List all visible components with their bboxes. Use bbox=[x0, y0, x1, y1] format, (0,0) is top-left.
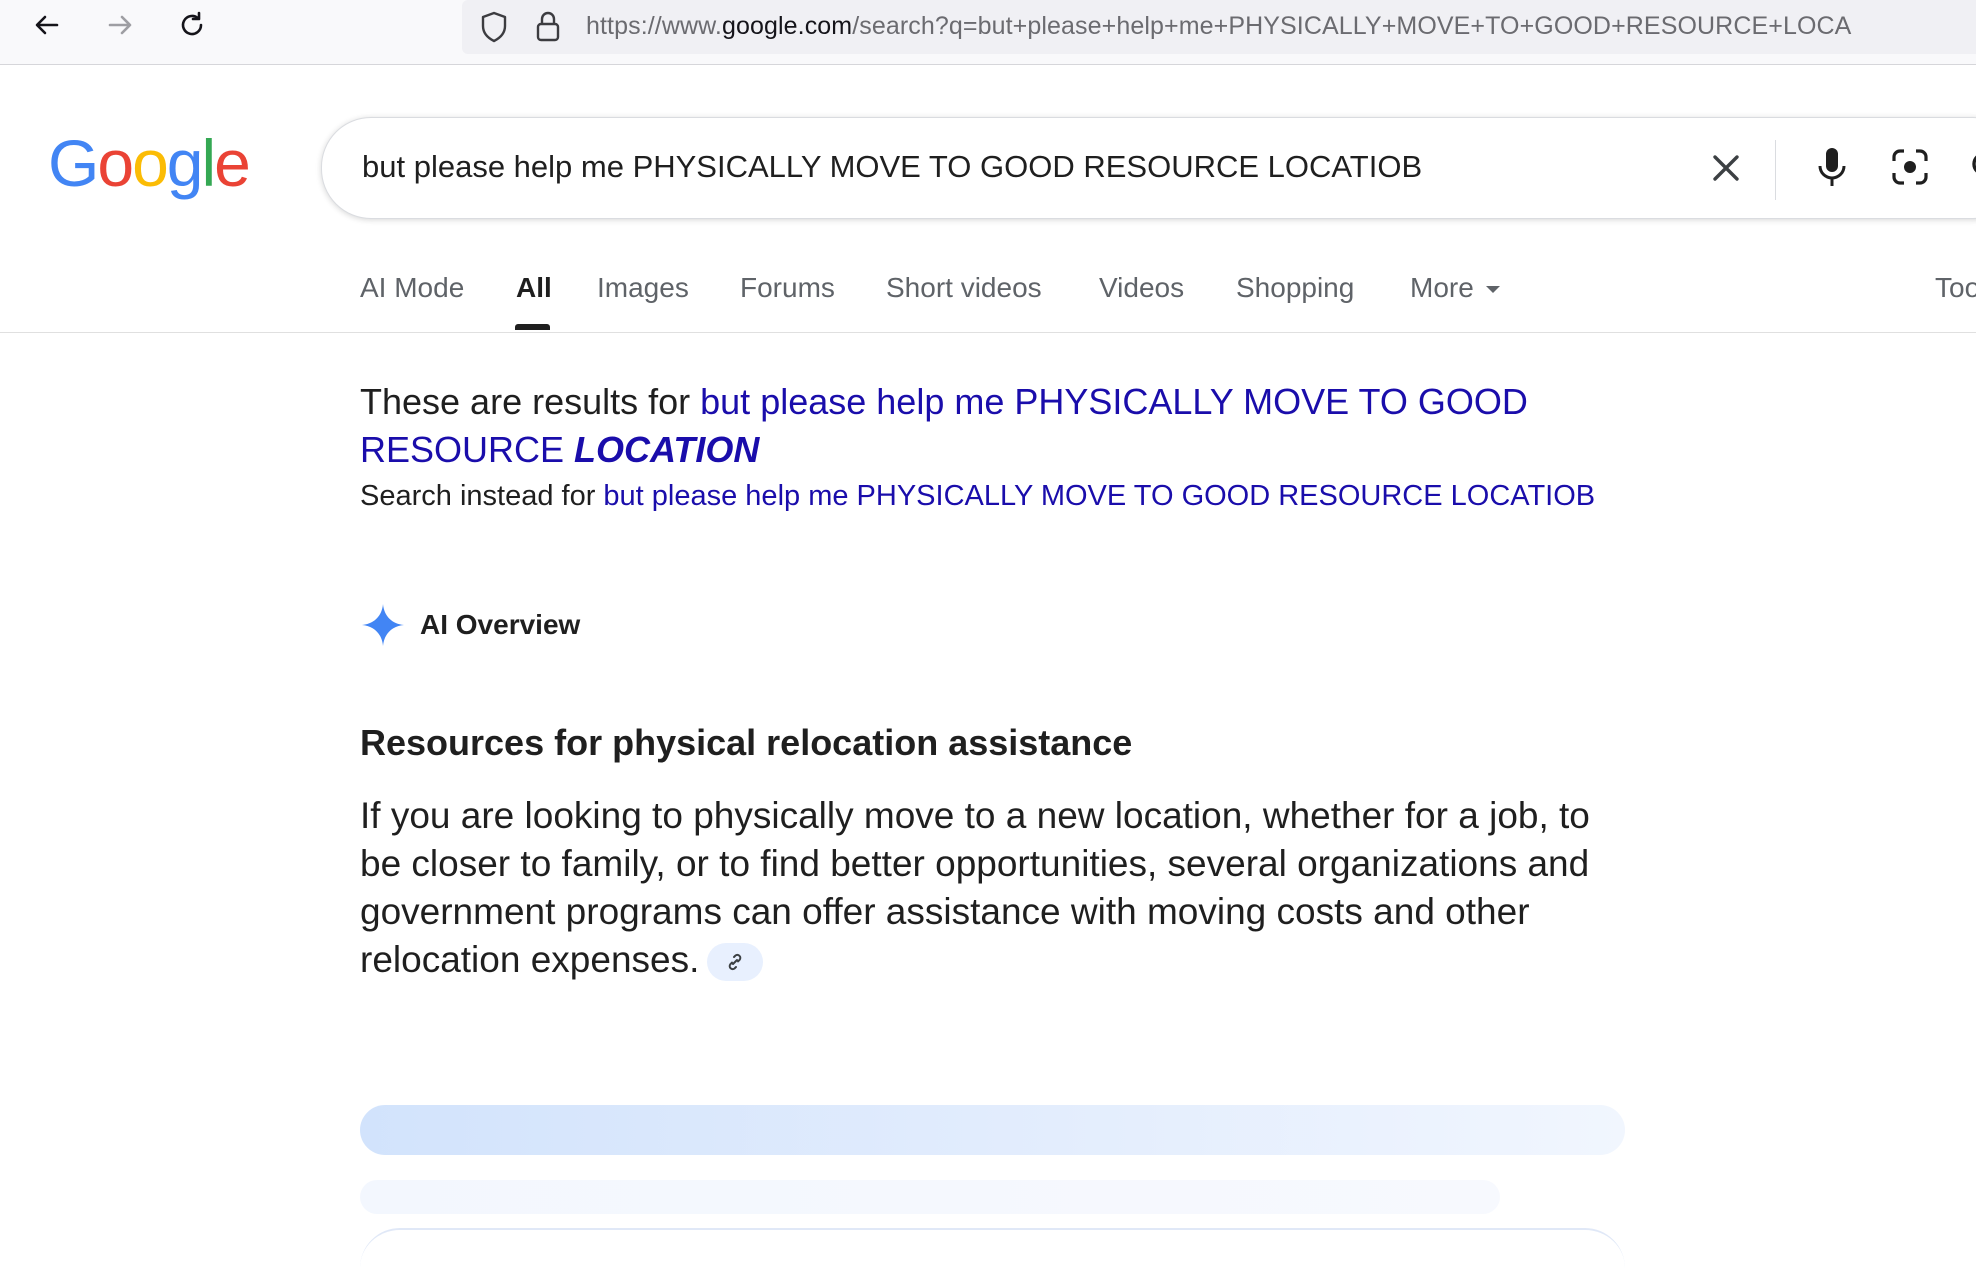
logo-letter: G bbox=[48, 126, 99, 200]
logo-letter: g bbox=[166, 126, 204, 200]
original-query-link[interactable]: but please help me PHYSICALLY MOVE TO GO… bbox=[603, 480, 1595, 512]
ai-overview-heading: Resources for physical relocation assist… bbox=[360, 722, 1133, 763]
tab-images[interactable]: Images bbox=[597, 272, 689, 304]
address-bar[interactable]: https://www.google.com/search?q=but+plea… bbox=[462, 0, 1976, 54]
url-text[interactable]: https://www.google.com/search?q=but+plea… bbox=[586, 12, 1851, 41]
forward-button[interactable] bbox=[95, 4, 145, 46]
logo-letter: l bbox=[201, 126, 217, 200]
search-tabs: AI Mode All Images Forums Short videos V… bbox=[0, 268, 1976, 333]
tab-ai-mode[interactable]: AI Mode bbox=[360, 272, 464, 304]
tab-active-indicator bbox=[515, 324, 550, 330]
tab-more-label: More bbox=[1410, 272, 1474, 303]
shield-icon[interactable] bbox=[478, 10, 510, 44]
tab-all[interactable]: All bbox=[516, 272, 552, 304]
correction-prefix: These are results for bbox=[360, 381, 701, 422]
url-host: google.com bbox=[721, 12, 853, 40]
tab-more[interactable]: More bbox=[1410, 272, 1500, 304]
search-box[interactable]: but please help me PHYSICALLY MOVE TO GO… bbox=[321, 117, 1976, 219]
loading-card-edge bbox=[360, 1228, 1625, 1270]
arrow-left-icon bbox=[35, 15, 59, 35]
ai-overview-header: AI Overview bbox=[360, 600, 580, 650]
reload-button[interactable] bbox=[167, 4, 217, 46]
ai-overview-label: AI Overview bbox=[420, 609, 581, 640]
search-divider bbox=[1775, 140, 1776, 200]
clear-search-button[interactable] bbox=[1702, 144, 1750, 192]
reload-icon bbox=[181, 11, 203, 36]
url-path: /search?q=but+please+help+me+PHYSICALLY+… bbox=[852, 12, 1852, 40]
tab-forums[interactable]: Forums bbox=[740, 272, 835, 304]
search-button[interactable] bbox=[1962, 142, 1976, 192]
source-link-button[interactable] bbox=[707, 943, 764, 982]
chevron-down-icon bbox=[1485, 286, 1500, 294]
camera-lens-icon bbox=[1892, 149, 1928, 185]
tab-tools[interactable]: Too bbox=[1935, 272, 1976, 304]
ai-sparkle-icon bbox=[362, 604, 404, 646]
ai-overview-text: If you are looking to physically move to… bbox=[360, 795, 1590, 980]
voice-search-button[interactable] bbox=[1807, 142, 1857, 192]
search-instead-prefix: Search instead for bbox=[360, 480, 604, 512]
lock-icon[interactable] bbox=[534, 10, 562, 44]
tab-shopping[interactable]: Shopping bbox=[1236, 272, 1354, 304]
microphone-icon bbox=[1818, 148, 1846, 186]
spelling-correction: These are results for but please help me… bbox=[360, 378, 1640, 474]
search-input[interactable]: but please help me PHYSICALLY MOVE TO GO… bbox=[362, 149, 1422, 185]
google-logo[interactable]: Google bbox=[48, 130, 251, 196]
arrow-right-icon bbox=[108, 15, 132, 35]
logo-letter: e bbox=[214, 126, 251, 200]
close-icon bbox=[1713, 155, 1739, 181]
loading-placeholder-secondary bbox=[360, 1180, 1500, 1214]
ai-overview-body: If you are looking to physically move to… bbox=[360, 792, 1630, 984]
logo-letter: o bbox=[97, 126, 134, 200]
back-button[interactable] bbox=[22, 4, 72, 46]
tab-videos[interactable]: Videos bbox=[1099, 272, 1184, 304]
tab-short-videos[interactable]: Short videos bbox=[886, 272, 1042, 304]
image-search-button[interactable] bbox=[1885, 142, 1935, 192]
loading-placeholder bbox=[360, 1105, 1625, 1155]
logo-letter: o bbox=[132, 126, 169, 200]
url-scheme: https://www. bbox=[586, 12, 722, 40]
corrected-query-emphasis: LOCATION bbox=[574, 429, 760, 470]
search-icon bbox=[1972, 155, 1976, 173]
search-instead: Search instead for but please help me PH… bbox=[360, 480, 1595, 513]
browser-toolbar: https://www.google.com/search?q=but+plea… bbox=[0, 0, 1976, 65]
link-icon bbox=[729, 954, 742, 971]
